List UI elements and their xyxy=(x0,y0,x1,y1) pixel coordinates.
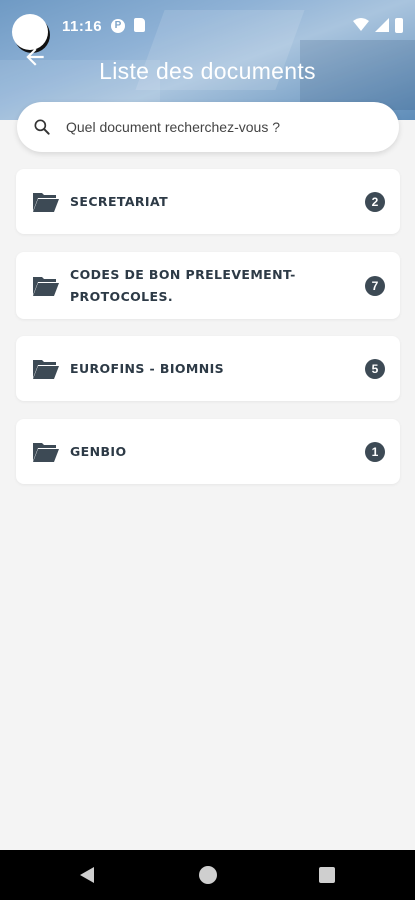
navigation-bar xyxy=(0,850,415,900)
search-bar[interactable] xyxy=(17,102,399,152)
folder-open-icon xyxy=(33,276,59,296)
p-icon: P xyxy=(111,19,125,33)
folder-item-eurofins-biomnis[interactable]: EUROFINS - BIOMNIS 5 xyxy=(16,336,400,401)
count-badge: 1 xyxy=(365,441,385,462)
search-icon xyxy=(34,119,50,135)
sd-card-icon xyxy=(134,18,145,32)
folder-open-icon xyxy=(33,192,59,212)
folder-item-genbio[interactable]: GENBIO 1 xyxy=(16,419,400,484)
folder-open-icon xyxy=(33,359,59,379)
count-badge: 2 xyxy=(365,191,385,212)
folder-label: EUROFINS - BIOMNIS xyxy=(70,360,225,376)
folder-label: GENBIO xyxy=(70,443,127,459)
signal-icon xyxy=(375,18,389,32)
nav-back-icon[interactable] xyxy=(78,866,96,884)
nav-recent-icon[interactable] xyxy=(319,867,335,883)
status-bar: 11:16 P xyxy=(0,0,415,52)
battery-icon xyxy=(395,17,403,33)
search-input[interactable] xyxy=(66,112,366,142)
folder-open-icon xyxy=(33,442,59,462)
count-badge: 7 xyxy=(365,275,385,296)
folder-item-codes-de-bon-prelevement[interactable]: CODES DE BON PRELEVEMENT-PROTOCOLES. 7 xyxy=(16,252,400,319)
count-badge: 5 xyxy=(365,358,385,379)
folder-label: CODES DE BON PRELEVEMENT-PROTOCOLES. xyxy=(70,266,296,304)
page-title: Liste des documents xyxy=(99,58,316,84)
wifi-icon xyxy=(353,18,369,31)
status-right-icons xyxy=(353,17,403,33)
folder-item-secretariat[interactable]: SECRETARIAT 2 xyxy=(16,169,400,234)
folder-label: SECRETARIAT xyxy=(70,193,169,209)
nav-home-icon[interactable] xyxy=(199,866,217,884)
status-time: 11:16 xyxy=(62,18,103,35)
